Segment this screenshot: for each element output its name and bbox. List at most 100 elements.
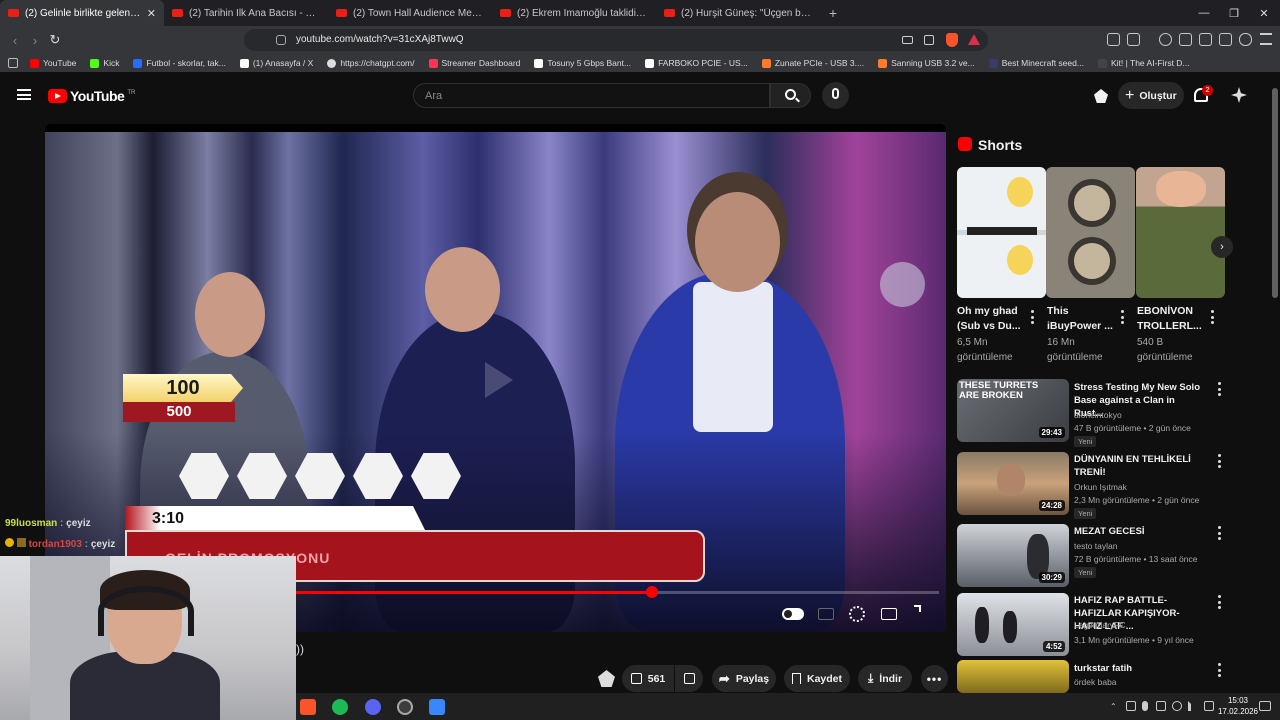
more-actions-button[interactable]: ••• [921, 665, 948, 692]
youtube-logo[interactable]: YouTube TR [48, 88, 135, 104]
live-studio-icon[interactable] [1094, 89, 1108, 103]
search-input[interactable]: Ara [413, 83, 770, 108]
extensions-icon[interactable] [1107, 33, 1120, 46]
save-button[interactable]: Kaydet [784, 665, 850, 692]
more-vertical-icon[interactable] [1217, 663, 1221, 677]
avatar[interactable] [1231, 87, 1247, 103]
discord-icon[interactable] [365, 699, 381, 715]
shorts-next-button[interactable]: › [1211, 236, 1233, 258]
autoplay-toggle[interactable] [782, 608, 804, 620]
channel-name[interactable]: LegendaryFC [1074, 620, 1126, 630]
new-tab-button[interactable]: + [820, 0, 846, 26]
search-button[interactable] [770, 83, 811, 108]
bookmark-item[interactable]: https://chatgpt.com/ [327, 58, 415, 68]
short-title[interactable]: EBONİVON TROLLERL... [1137, 304, 1211, 334]
channel-name[interactable]: ördek baba [1074, 677, 1117, 687]
subtitles-icon[interactable] [818, 608, 834, 620]
browser-tab[interactable]: (2) Hurşit Güneş: "Üçgen biçiminde b [656, 0, 820, 26]
download-button[interactable]: ⤓ İndir [858, 665, 912, 692]
forward-icon[interactable]: › [26, 31, 44, 49]
back-icon[interactable]: ‹ [6, 31, 24, 49]
more-vertical-icon[interactable] [1217, 454, 1221, 468]
browser-tab[interactable]: (2) Town Hall Audience Member - Ke [328, 0, 492, 26]
close-tab-icon[interactable]: ✕ [147, 7, 156, 20]
bookmark-item[interactable]: FARBOKO PCIE - US... [645, 58, 748, 68]
tray-icon[interactable] [1156, 701, 1166, 711]
volume-icon[interactable]: )) [296, 642, 304, 656]
more-vertical-icon[interactable] [1120, 310, 1124, 324]
downloads-icon[interactable] [1219, 33, 1232, 46]
short-thumbnail[interactable] [957, 167, 1046, 298]
settings-gear-icon[interactable] [849, 606, 865, 622]
more-vertical-icon[interactable] [1030, 310, 1034, 324]
wallet-icon[interactable] [1199, 33, 1212, 46]
channel-name[interactable]: testo taylan [1074, 541, 1117, 551]
tray-mic-icon[interactable] [1142, 701, 1148, 711]
hamburger-menu-icon[interactable] [17, 89, 31, 100]
short-thumbnail[interactable] [1136, 167, 1225, 298]
page-scrollbar[interactable] [1272, 88, 1278, 298]
like-button[interactable]: 561 [622, 665, 674, 692]
volume-tray-icon[interactable] [1188, 701, 1198, 711]
share-page-icon[interactable] [924, 35, 934, 45]
video-title[interactable]: MEZAT GECESİ [1074, 525, 1204, 538]
more-vertical-icon[interactable] [1217, 595, 1221, 609]
clock-date[interactable]: 17.02.2026 [1212, 707, 1264, 716]
app-icon[interactable] [429, 699, 445, 715]
video-thumbnail[interactable]: 4:52 [957, 593, 1069, 656]
screenshot-icon[interactable] [1127, 33, 1140, 46]
channel-name[interactable]: aloneintokyo [1074, 410, 1122, 420]
bookmark-item[interactable]: Zunate PCIe - USB 3.... [761, 58, 864, 68]
browser-tab[interactable]: (2) Ekrem İmamoğlu taklidi yapan ge [492, 0, 656, 26]
apps-grid-icon[interactable] [8, 58, 18, 68]
voice-search-button[interactable] [822, 82, 849, 109]
bookmark-item[interactable]: Kit! | The AI-First D... [1097, 58, 1190, 68]
address-bar[interactable]: youtube.com/watch?v=31cXAj8TwwQ [244, 29, 988, 51]
create-button[interactable]: + Oluştur [1118, 82, 1184, 109]
more-vertical-icon[interactable] [1217, 526, 1221, 540]
obs-icon[interactable] [397, 699, 413, 715]
url-text[interactable]: youtube.com/watch?v=31cXAj8TwwQ [296, 34, 464, 45]
brave-shield-icon[interactable] [946, 33, 958, 47]
channel-name[interactable]: Orkun Işıtmak [1074, 482, 1127, 492]
dislike-button[interactable] [675, 665, 703, 692]
restore-button[interactable]: ❐ [1218, 0, 1250, 26]
bookmark-item[interactable]: Futbol - skorlar, tak... [133, 58, 226, 68]
clip-icon[interactable] [598, 670, 615, 687]
video-title[interactable]: DÜNYANIN EN TEHLİKELİ TRENİ! [1074, 453, 1204, 479]
short-title[interactable]: Oh my ghad (Sub vs Du... [957, 304, 1031, 334]
bookmark-item[interactable]: Best Minecraft seed... [988, 58, 1084, 68]
progress-scrubber[interactable] [646, 586, 658, 598]
reload-icon[interactable]: ↻ [46, 31, 64, 49]
bookmark-item[interactable]: (1) Anasayfa / X [239, 58, 313, 68]
theater-mode-icon[interactable] [881, 608, 897, 620]
more-vertical-icon[interactable] [1210, 310, 1214, 324]
more-vertical-icon[interactable] [1217, 382, 1221, 396]
brave-browser-icon[interactable] [300, 699, 316, 715]
media-icon[interactable] [1159, 33, 1172, 46]
fullscreen-icon[interactable] [914, 605, 921, 612]
brave-rewards-icon[interactable] [968, 34, 980, 45]
video-thumbnail[interactable]: 24:28 [957, 452, 1069, 515]
video-thumbnail[interactable]: THESE TURRETS ARE BROKEN 29:43 [957, 379, 1069, 442]
network-icon[interactable] [1172, 701, 1182, 711]
menu-icon[interactable] [1260, 33, 1272, 45]
bookmark-item[interactable]: Kick [90, 58, 119, 68]
vpn-icon[interactable] [1239, 33, 1252, 46]
bookmark-item[interactable]: Tosuny 5 Gbps Bant... [534, 58, 631, 68]
sidebar-icon[interactable] [1179, 33, 1192, 46]
video-thumbnail[interactable] [957, 660, 1069, 693]
short-title[interactable]: This iBuyPower ... [1047, 304, 1121, 334]
share-button[interactable]: ➦ Paylaş [712, 665, 776, 692]
minimize-button[interactable]: — [1188, 0, 1220, 26]
browser-tab[interactable]: (2) Tarihin İlk Ana Bacısı - YouTube [164, 0, 328, 26]
site-info-icon[interactable] [276, 35, 286, 45]
clock-time[interactable]: 15:03 [1224, 696, 1252, 705]
video-title[interactable]: turkstar fatih [1074, 662, 1204, 675]
browser-tab[interactable]: (2) Gelinle birlikte gelen promosyon ✕ [0, 0, 164, 26]
progress-bar[interactable] [295, 591, 939, 594]
tray-icon[interactable] [1126, 701, 1136, 711]
notification-center-icon[interactable] [1259, 701, 1271, 711]
spotify-icon[interactable] [332, 699, 348, 715]
video-thumbnail[interactable]: 30:29 [957, 524, 1069, 587]
